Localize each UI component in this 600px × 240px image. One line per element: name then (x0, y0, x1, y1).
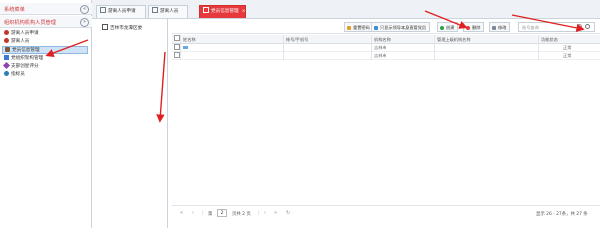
person-icon (4, 30, 9, 35)
star-icon (2, 61, 11, 70)
cell-status: 正常 (563, 45, 572, 50)
first-page-icon[interactable]: « (180, 210, 183, 216)
cell-org: 吉林市 (372, 44, 435, 52)
filter-icon (374, 25, 378, 30)
cell-org: 吉林市 (372, 52, 435, 60)
cell-parent-org (435, 44, 539, 52)
cell-name (181, 44, 284, 52)
key-icon (347, 25, 351, 30)
page-icon (100, 7, 106, 13)
toolbar: 重置密码 只显示领导本身直管党员 创建 删除 修改 账号查询 × (172, 21, 600, 34)
org-tree-panel: 吉林市龙潭区委 (96, 19, 168, 228)
cell-status: 正常 (563, 53, 572, 58)
sidebar-item-wandering-people[interactable]: 游离人员 (4, 38, 29, 46)
sidebar-item-indicator[interactable]: 指标员 (4, 71, 25, 79)
pager-summary: 显示 26 - 27条，共 27 条 (536, 212, 588, 217)
plus-icon (440, 25, 444, 30)
search-input[interactable]: 账号查询 (518, 22, 595, 32)
col-header-status[interactable]: 功能状态 (539, 35, 600, 44)
folder-icon (102, 24, 108, 30)
page-label: 第 (208, 212, 213, 217)
collapse-icon[interactable]: » (80, 18, 89, 27)
search-icon[interactable] (585, 24, 590, 29)
edit-icon (492, 25, 496, 30)
clear-icon[interactable]: × (577, 24, 582, 29)
globe-icon (4, 71, 9, 76)
person-group-icon (5, 47, 10, 52)
next-page-icon[interactable]: › (264, 210, 266, 216)
cell-account (284, 52, 372, 60)
section-title: 系统菜单 (4, 7, 25, 13)
page-total: 页共 2 页 (232, 212, 251, 217)
avatar-icon (183, 46, 188, 49)
page-number-input[interactable]: 2 (217, 209, 227, 217)
tab-wandering-people[interactable]: 游离人员 (148, 5, 188, 18)
delete-icon (466, 25, 470, 30)
row-checkbox[interactable] (172, 52, 181, 60)
sidebar-item-org-structure[interactable]: 党组织架构管理 (4, 55, 43, 63)
delete-button[interactable]: 删除 (463, 22, 485, 32)
prev-page-icon[interactable]: ‹ (192, 210, 194, 216)
page-icon (152, 7, 158, 13)
section-title: 组织机构机构人员管理 (4, 20, 56, 26)
reset-password-button[interactable]: 重置密码 (344, 22, 374, 32)
table-header: 姓名称 帐号/手机号 机构名称 管理上级机构名称 功能状态 (172, 35, 600, 44)
cell-parent-org (435, 52, 539, 60)
refresh-icon[interactable]: ↻ (286, 210, 290, 216)
page-icon (203, 7, 209, 13)
sidebar: 系统菜单 « 组织机构机构人员管理 » 游离人员申请 游离人员 党员信息管理 党… (0, 0, 92, 228)
select-all-checkbox[interactable] (172, 35, 181, 44)
sidebar-section-org-management[interactable]: 组织机构机构人员管理 » (0, 16, 92, 28)
tab-wandering-apply[interactable]: 游离人员申请 (96, 5, 146, 18)
add-button[interactable]: 创建 (437, 22, 459, 32)
close-icon[interactable]: × (242, 9, 246, 14)
sidebar-item-wandering-apply[interactable]: 游离人员申请 (4, 30, 39, 38)
divider: | (258, 210, 260, 216)
col-header-parent-org[interactable]: 管理上级机构名称 (435, 35, 539, 44)
org-icon (4, 55, 9, 60)
cell-account (284, 44, 372, 52)
person-icon (4, 38, 9, 43)
tab-bar: 游离人员申请 游离人员 党员信息管理 × (92, 0, 600, 19)
sidebar-item-party-member-info[interactable]: 党员信息管理 (2, 46, 88, 54)
sidebar-item-branch-rating[interactable]: 支部创星评分 (2, 61, 39, 71)
divider: | (202, 210, 204, 216)
edit-button[interactable]: 修改 (489, 22, 511, 32)
col-header-org[interactable]: 机构名称 (372, 35, 435, 44)
collapse-icon[interactable]: « (80, 5, 89, 14)
sidebar-section-system-menu[interactable]: 系统菜单 « (0, 3, 92, 15)
table-row[interactable]: 吉林市 正常 (172, 52, 600, 60)
row-checkbox[interactable] (172, 44, 181, 52)
table-row[interactable]: 吉林市 正常 (172, 44, 600, 52)
pager: « ‹ | 第 2 页共 2 页 | › » ↻ 显示 26 - 27条，共 2… (172, 205, 600, 221)
show-only-button[interactable]: 只显示领导本身直管党员 (371, 22, 431, 32)
col-header-name[interactable]: 姓名称 (181, 35, 284, 44)
org-tree-root[interactable]: 吉林市龙潭区委 (102, 24, 142, 31)
tab-party-member-info[interactable]: 党员信息管理 × (199, 5, 246, 18)
col-header-account[interactable]: 帐号/手机号 (284, 35, 372, 44)
last-page-icon[interactable]: » (274, 210, 277, 216)
cell-name (181, 52, 284, 60)
